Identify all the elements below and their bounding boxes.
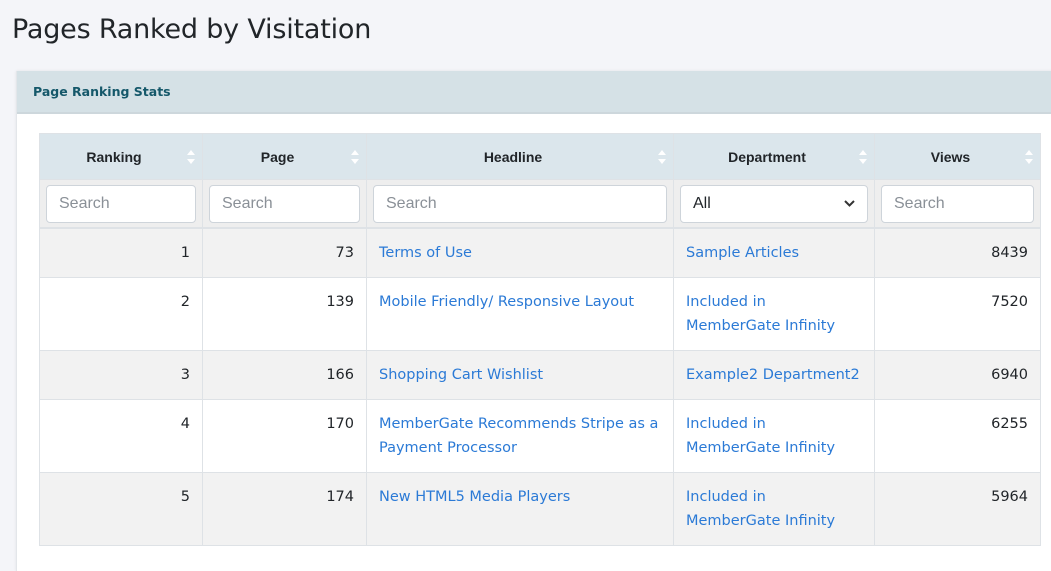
headline-link[interactable]: New HTML5 Media Players	[379, 489, 570, 505]
headline-search-input[interactable]	[373, 184, 667, 223]
headline-cell: Terms of Use	[366, 227, 674, 278]
department-link[interactable]: Included in MemberGate Infinity	[686, 489, 835, 529]
card-title: Page Ranking Stats	[33, 84, 171, 99]
filter-cell: All	[673, 179, 875, 229]
ranking-search-input[interactable]	[46, 184, 196, 223]
views-cell: 5964	[874, 472, 1041, 546]
ranking-cell: 4	[39, 399, 203, 473]
department-link[interactable]: Example2 Department2	[686, 367, 860, 383]
page-cell: 139	[202, 277, 367, 351]
card-header: Page Ranking Stats	[17, 71, 1051, 114]
filter-cell	[202, 179, 367, 229]
headline-link[interactable]: MemberGate Recommends Stripe as a Paymen…	[379, 416, 658, 456]
headline-link[interactable]: Shopping Cart Wishlist	[379, 367, 543, 383]
department-cell: Sample Articles	[673, 227, 875, 278]
sort-both-icon[interactable]	[858, 149, 868, 165]
ranking-cell: 3	[39, 350, 203, 400]
filter-row: All	[39, 179, 1041, 229]
page-cell: 174	[202, 472, 367, 546]
page-ranking-card: Page Ranking Stats Ranking Page Headline…	[16, 71, 1051, 571]
headline-cell: MemberGate Recommends Stripe as a Paymen…	[366, 399, 674, 473]
column-header-views[interactable]: Views	[874, 133, 1041, 180]
department-cell: Included in MemberGate Infinity	[673, 399, 875, 473]
filter-cell	[39, 179, 203, 229]
page-cell: 73	[202, 227, 367, 278]
department-cell: Included in MemberGate Infinity	[673, 277, 875, 351]
table-row: 2 139 Mobile Friendly/ Responsive Layout…	[39, 277, 1041, 351]
views-cell: 6255	[874, 399, 1041, 473]
department-select[interactable]: All	[680, 184, 868, 223]
header-row: Ranking Page Headline Department Views	[39, 133, 1041, 180]
sort-both-icon[interactable]	[657, 149, 667, 165]
column-label: Department	[728, 148, 806, 165]
views-cell: 8439	[874, 227, 1041, 278]
ranking-table: Ranking Page Headline Department Views A…	[39, 133, 1041, 546]
chevron-down-icon	[844, 198, 855, 210]
headline-cell: Mobile Friendly/ Responsive Layout	[366, 277, 674, 351]
ranking-table-wrapper: Ranking Page Headline Department Views A…	[39, 133, 1041, 546]
sort-both-icon[interactable]	[350, 149, 360, 165]
column-label: Views	[930, 148, 971, 165]
page-title: Pages Ranked by Visitation	[12, 14, 372, 45]
sort-both-icon[interactable]	[186, 149, 196, 165]
headline-cell: Shopping Cart Wishlist	[366, 350, 674, 400]
table-row: 5 174 New HTML5 Media Players Included i…	[39, 472, 1041, 546]
column-header-headline[interactable]: Headline	[366, 133, 674, 180]
filter-cell	[874, 179, 1041, 229]
table-body: 1 73 Terms of Use Sample Articles 8439 2…	[39, 227, 1041, 546]
headline-link[interactable]: Terms of Use	[379, 245, 472, 261]
department-link[interactable]: Included in MemberGate Infinity	[686, 294, 835, 334]
column-label: Headline	[483, 148, 543, 165]
table-row: 4 170 MemberGate Recommends Stripe as a …	[39, 399, 1041, 473]
views-cell: 7520	[874, 277, 1041, 351]
table-row: 1 73 Terms of Use Sample Articles 8439	[39, 227, 1041, 278]
column-label: Ranking	[86, 148, 142, 165]
filter-cell	[366, 179, 674, 229]
column-header-ranking[interactable]: Ranking	[39, 133, 203, 180]
ranking-cell: 2	[39, 277, 203, 351]
page-cell: 170	[202, 399, 367, 473]
table-row: 3 166 Shopping Cart Wishlist Example2 De…	[39, 350, 1041, 400]
ranking-cell: 5	[39, 472, 203, 546]
column-label: Page	[260, 148, 295, 165]
department-cell: Example2 Department2	[673, 350, 875, 400]
headline-link[interactable]: Mobile Friendly/ Responsive Layout	[379, 294, 634, 310]
page-search-input[interactable]	[209, 184, 360, 223]
ranking-cell: 1	[39, 227, 203, 278]
column-header-department[interactable]: Department	[673, 133, 875, 180]
page-cell: 166	[202, 350, 367, 400]
sort-both-icon[interactable]	[1024, 149, 1034, 165]
views-cell: 6940	[874, 350, 1041, 400]
headline-cell: New HTML5 Media Players	[366, 472, 674, 546]
department-cell: Included in MemberGate Infinity	[673, 472, 875, 546]
department-select-value: All	[693, 194, 711, 212]
department-link[interactable]: Sample Articles	[686, 245, 799, 261]
column-header-page[interactable]: Page	[202, 133, 367, 180]
department-link[interactable]: Included in MemberGate Infinity	[686, 416, 835, 456]
views-search-input[interactable]	[881, 184, 1034, 223]
